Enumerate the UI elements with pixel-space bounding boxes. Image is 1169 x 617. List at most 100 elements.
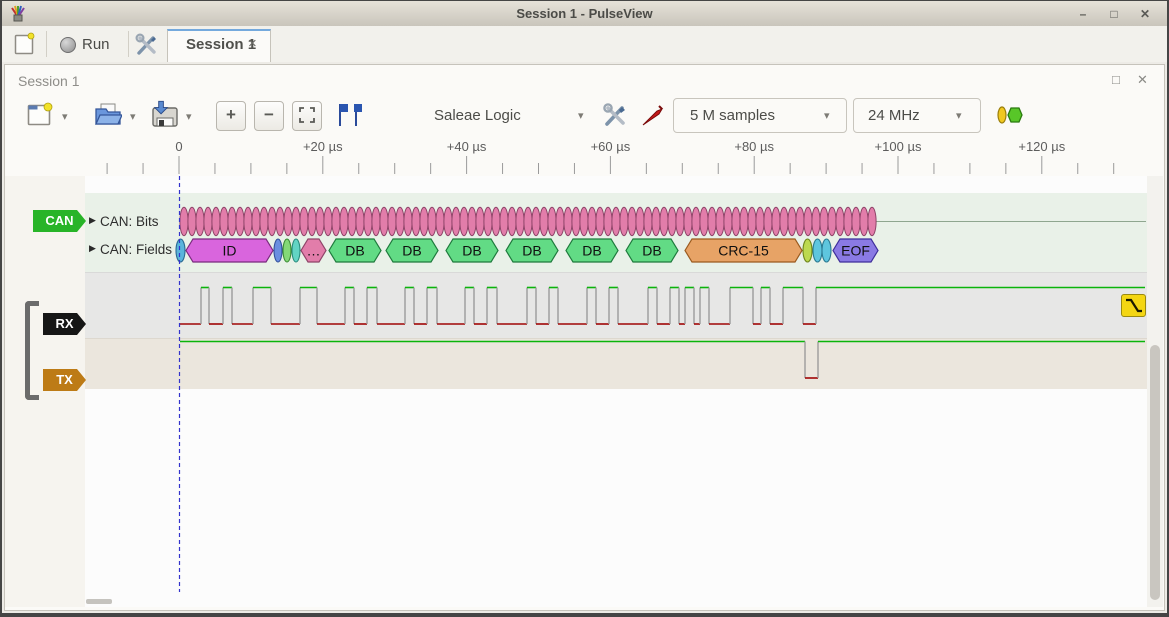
device-config-icon[interactable] <box>602 102 628 128</box>
maximize-button[interactable]: □ <box>1103 5 1125 23</box>
can-bit-lens <box>196 207 204 235</box>
trigger-marker[interactable] <box>1121 294 1146 317</box>
can-bit-lens <box>452 207 460 235</box>
dock-float-icon[interactable]: □ <box>1112 72 1120 87</box>
tab-close-icon[interactable]: × <box>248 35 257 52</box>
decode-annotation: DB <box>506 239 558 262</box>
run-icon[interactable] <box>60 37 76 53</box>
can-bit-lens <box>628 207 636 235</box>
can-bit-lens <box>724 207 732 235</box>
zoom-out-button[interactable]: − <box>254 101 284 131</box>
window-title: Session 1 - PulseView <box>2 6 1167 21</box>
annotation-label: DB <box>582 243 601 259</box>
show-cursors-icon[interactable] <box>334 102 364 128</box>
can-bit-lens <box>668 207 676 235</box>
can-bit-lens <box>604 207 612 235</box>
can-bit-lens <box>588 207 596 235</box>
can-bit-lens <box>868 207 876 235</box>
can-bit-lens <box>284 207 292 235</box>
zoom-in-button[interactable]: + <box>216 101 246 131</box>
can-bit-lens <box>484 207 492 235</box>
save-dropdown-icon[interactable]: ▾ <box>186 110 192 123</box>
can-bit-lens <box>316 207 324 235</box>
can-bit-lens <box>756 207 764 235</box>
can-bit-lens <box>692 207 700 235</box>
decode-annotation <box>822 239 831 262</box>
annotation-label: … <box>307 243 321 259</box>
can-bit-lens <box>372 207 380 235</box>
can-bit-lens <box>180 207 188 235</box>
sample-count-dropdown-icon[interactable]: ▾ <box>824 109 830 122</box>
close-button[interactable]: ✕ <box>1134 5 1156 23</box>
decode-annotation: DB <box>626 239 678 262</box>
can-bits-expander-icon[interactable]: ▶ <box>89 215 96 226</box>
new-view-icon[interactable] <box>26 101 54 129</box>
can-bit-lens <box>492 207 500 235</box>
minimize-button[interactable]: – <box>1072 5 1094 23</box>
can-bit-lens <box>436 207 444 235</box>
open-file-icon[interactable] <box>94 100 122 128</box>
can-bit-lens <box>332 207 340 235</box>
can-bit-lens <box>556 207 564 235</box>
channel-group-bracket[interactable] <box>25 301 39 400</box>
can-bit-lens <box>716 207 724 235</box>
can-bit-lens <box>644 207 652 235</box>
can-bit-lens <box>676 207 684 235</box>
device-dropdown-icon[interactable]: ▾ <box>578 109 584 122</box>
can-bit-lens <box>276 207 284 235</box>
open-dropdown-icon[interactable]: ▾ <box>130 110 136 123</box>
can-decoder-tag[interactable]: CAN <box>33 210 86 232</box>
can-bit-lens <box>236 207 244 235</box>
horizontal-scrollbar-handle[interactable] <box>86 599 112 604</box>
can-fields-expander-icon[interactable]: ▶ <box>89 243 96 254</box>
tab-label[interactable]: Session 1 <box>186 36 256 53</box>
tx-waveform <box>180 342 1145 379</box>
decode-annotation <box>283 239 291 262</box>
can-fields-row-label: CAN: Fields <box>100 242 172 257</box>
can-bit-lens <box>228 207 236 235</box>
save-icon[interactable] <box>150 100 180 130</box>
annotation-label: DB <box>522 243 541 259</box>
new-dropdown-icon[interactable]: ▾ <box>62 110 68 123</box>
new-session-icon[interactable] <box>14 32 36 56</box>
device-selector[interactable]: Saleae Logic <box>434 107 521 124</box>
dock-close-icon[interactable]: ✕ <box>1137 72 1148 88</box>
tx-channel-tag[interactable]: TX <box>43 369 86 391</box>
run-button[interactable]: Run <box>82 36 110 53</box>
can-bit-lens <box>820 207 828 235</box>
can-bit-lens <box>364 207 372 235</box>
annotation-label: DB <box>345 243 364 259</box>
add-decoder-icon[interactable] <box>996 106 1024 124</box>
channels-probe-icon[interactable] <box>640 102 666 128</box>
title-bar[interactable]: Session 1 - PulseView – □ ✕ <box>2 1 1167 27</box>
trace-canvas[interactable]: ID…DBDBDBDBDBDBCRC-15EOF <box>85 176 1147 607</box>
can-bit-lens <box>524 207 532 235</box>
vertical-scrollbar-handle[interactable] <box>1150 345 1160 600</box>
can-bit-lens <box>412 207 420 235</box>
zoom-fit-button[interactable] <box>292 101 322 131</box>
can-bit-lens <box>308 207 316 235</box>
annotation-label: DB <box>462 243 481 259</box>
can-bit-lens <box>852 207 860 235</box>
can-bit-lens <box>740 207 748 235</box>
can-bit-lens <box>516 207 524 235</box>
decode-annotation <box>274 239 282 262</box>
can-bit-lens <box>700 207 708 235</box>
can-bit-lens <box>548 207 556 235</box>
sample-rate-dropdown-icon[interactable]: ▾ <box>956 109 962 122</box>
can-bit-lens <box>420 207 428 235</box>
falling-edge-icon <box>1122 295 1145 316</box>
can-bit-lens <box>476 207 484 235</box>
decode-annotation: EOF <box>833 239 878 262</box>
can-bit-lens <box>268 207 276 235</box>
can-bit-lens <box>460 207 468 235</box>
rx-channel-tag[interactable]: RX <box>43 313 86 335</box>
can-bit-lens <box>404 207 412 235</box>
can-bit-lens <box>732 207 740 235</box>
settings-icon[interactable] <box>135 33 159 57</box>
annotation-label: ID <box>223 243 237 259</box>
decode-annotation: DB <box>566 239 618 262</box>
decode-annotation <box>803 239 812 262</box>
channel-gutter <box>5 176 85 607</box>
annotation-label: DB <box>642 243 661 259</box>
